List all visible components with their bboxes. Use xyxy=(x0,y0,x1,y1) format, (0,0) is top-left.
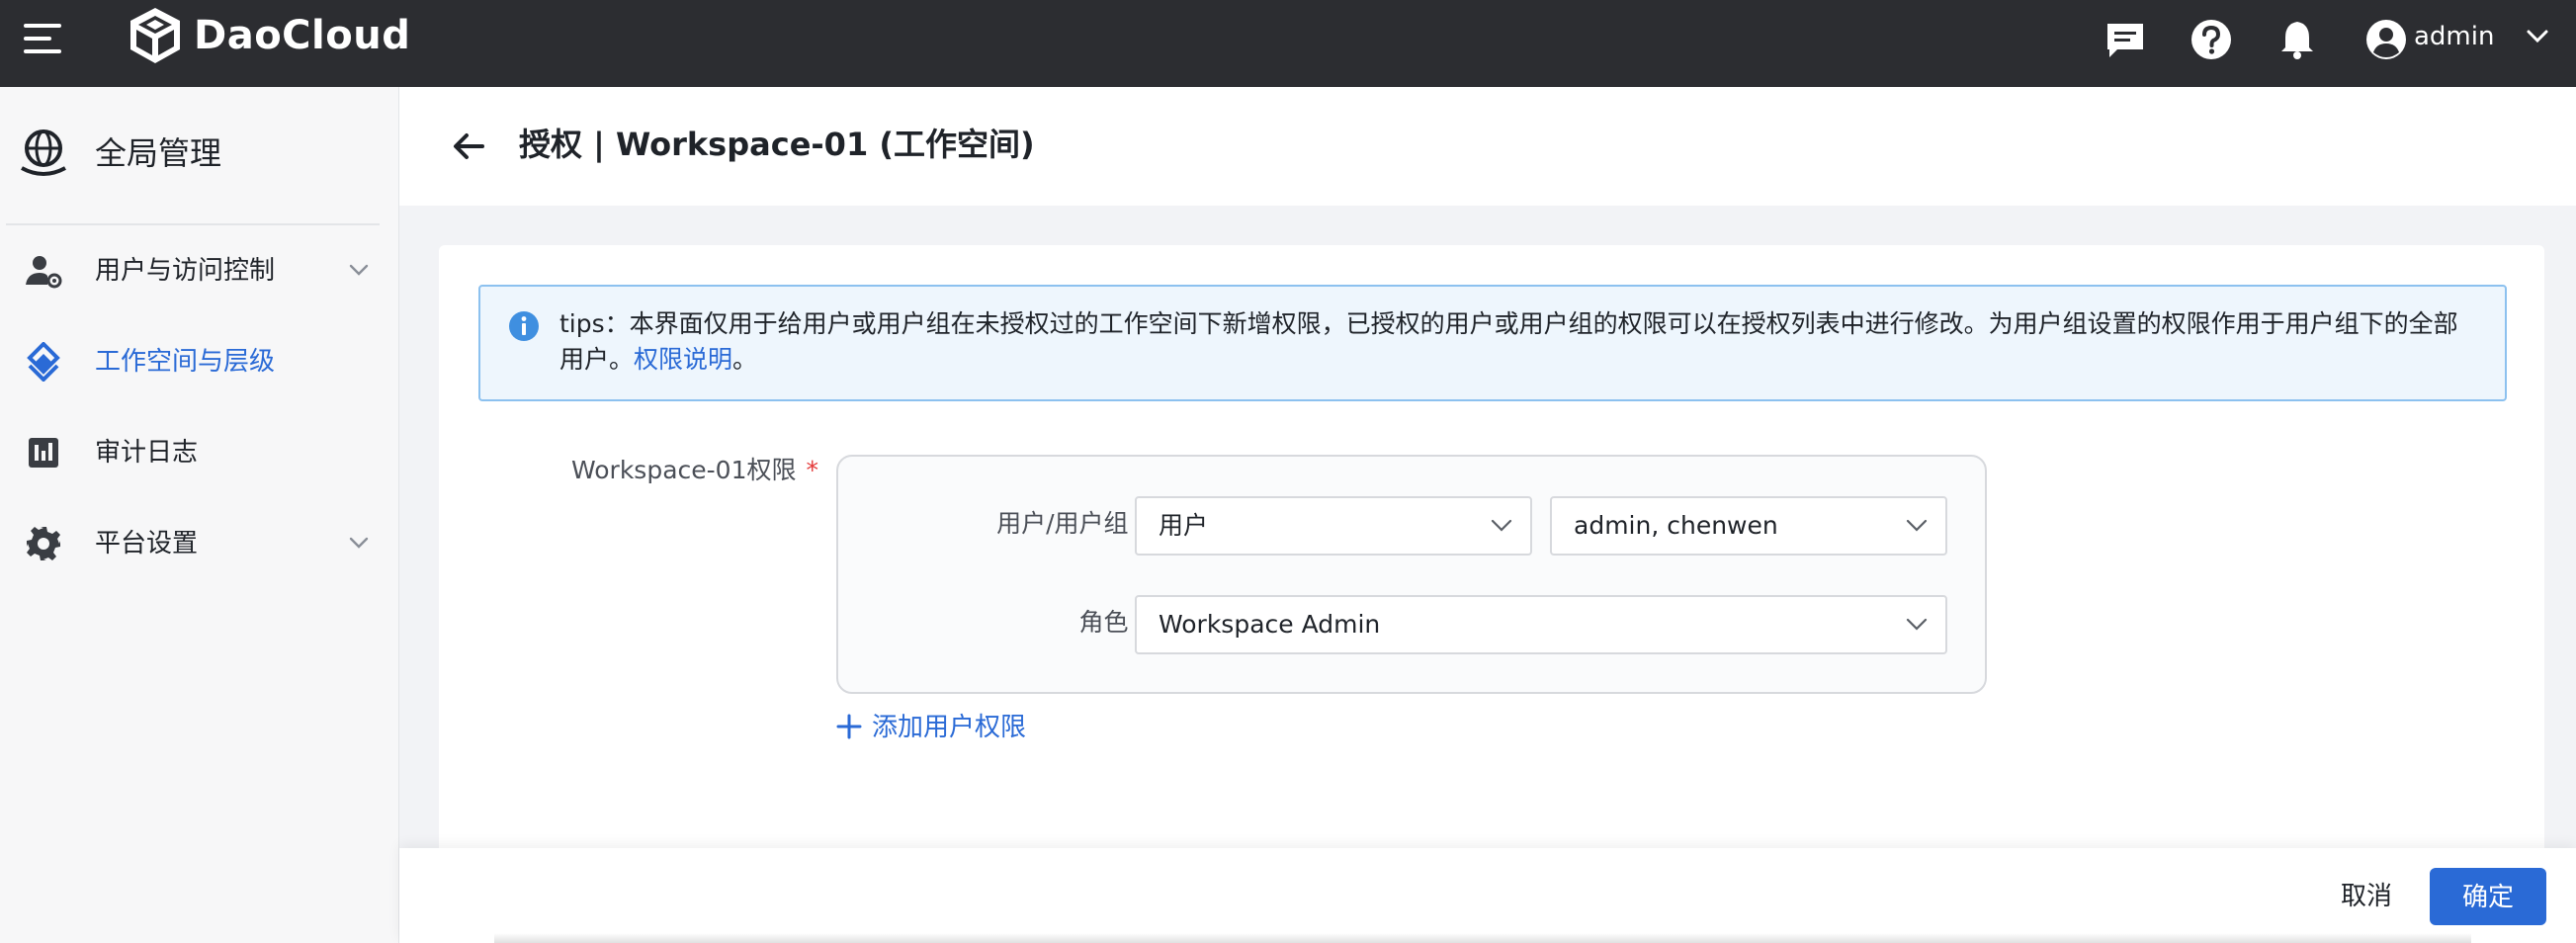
chevron-down-icon xyxy=(1906,618,1928,631)
back-arrow-icon[interactable] xyxy=(449,129,488,164)
info-icon xyxy=(509,311,539,341)
cancel-button[interactable]: 取消 xyxy=(2307,868,2426,923)
brand-name: DaoCloud xyxy=(194,13,411,58)
workspace-permission-label: Workspace-01权限 * xyxy=(571,453,818,488)
authorization-form-card: tips：本界面仅用于给用户或用户组在未授权过的工作空间下新增权限，已授权的用户… xyxy=(439,245,2544,878)
sidebar-item-label: 平台设置 xyxy=(95,529,199,558)
sidebar-item-label: 工作空间与层级 xyxy=(95,347,276,377)
chevron-down-icon[interactable] xyxy=(348,534,370,552)
user-gear-icon xyxy=(26,256,62,289)
sidebar-item-platform-settings[interactable]: 平台设置 xyxy=(0,504,399,583)
sidebar-item-workspace-hierarchy[interactable]: 工作空间与层级 xyxy=(0,322,399,401)
role-select[interactable]: Workspace Admin xyxy=(1135,595,1947,654)
users-select[interactable]: admin, chenwen xyxy=(1550,496,1947,556)
sidebar-title: 全局管理 xyxy=(95,134,222,172)
tips-text: tips：本界面仅用于给用户或用户组在未授权过的工作空间下新增权限，已授权的用户… xyxy=(559,306,2477,378)
role-label: 角色* xyxy=(953,605,1151,641)
user-avatar-icon[interactable] xyxy=(2362,16,2410,63)
workspace-diamond-icon xyxy=(27,342,60,382)
top-navigation-bar: DaoCloud admin xyxy=(0,0,2576,87)
menu-icon[interactable] xyxy=(24,24,61,55)
role-value: Workspace Admin xyxy=(1159,610,1381,639)
permission-entry-box: 用户/用户组* 用户 admin, chenwen 角色* Workspace … xyxy=(836,455,1987,694)
sidebar-item-audit-log[interactable]: 审计日志 xyxy=(0,413,399,492)
audit-chart-icon xyxy=(29,438,58,468)
add-user-permission-label: 添加用户权限 xyxy=(872,713,1027,742)
role-label-text: 角色 xyxy=(1078,608,1129,637)
user-name[interactable]: admin xyxy=(2414,0,2494,73)
confirm-button[interactable]: 确定 xyxy=(2430,868,2546,925)
permission-docs-link[interactable]: 权限说明 xyxy=(634,345,732,374)
sidebar: 全局管理 用户与访问控制 工作空间与层级 审计日志 平台设置 xyxy=(0,87,399,943)
help-icon[interactable] xyxy=(2188,16,2235,63)
sidebar-item-label: 审计日志 xyxy=(95,438,199,468)
message-icon[interactable] xyxy=(2102,16,2149,63)
sidebar-divider xyxy=(6,223,380,225)
page-title: 授权 | Workspace-01 (工作空间) xyxy=(519,126,1035,163)
gear-icon xyxy=(27,527,60,560)
page-header: 授权 | Workspace-01 (工作空间) xyxy=(399,87,2576,206)
user-type-select[interactable]: 用户 xyxy=(1135,496,1532,556)
tips-banner: tips：本界面仅用于给用户或用户组在未授权过的工作空间下新增权限，已授权的用户… xyxy=(478,285,2507,401)
tips-body: tips：本界面仅用于给用户或用户组在未授权过的工作空间下新增权限，已授权的用户… xyxy=(559,309,2458,374)
sidebar-item-user-access-control[interactable]: 用户与访问控制 xyxy=(0,231,399,310)
bell-icon[interactable] xyxy=(2274,16,2321,63)
chevron-down-icon[interactable] xyxy=(2525,27,2550,46)
user-group-label-text: 用户/用户组 xyxy=(996,509,1129,538)
sidebar-item-label: 用户与访问控制 xyxy=(95,256,276,286)
user-type-value: 用户 xyxy=(1159,511,1209,540)
plus-icon xyxy=(836,714,862,739)
globe-icon xyxy=(21,129,66,176)
chevron-down-icon xyxy=(1906,519,1928,532)
user-group-label: 用户/用户组* xyxy=(953,506,1151,542)
footer-shadow xyxy=(494,933,2471,943)
chevron-down-icon[interactable] xyxy=(348,261,370,279)
form-footer: 取消 确定 xyxy=(399,848,2576,943)
tips-end: 。 xyxy=(732,345,758,374)
chevron-down-icon xyxy=(1491,519,1512,532)
users-value: admin, chenwen xyxy=(1574,511,1778,540)
logo-icon xyxy=(130,8,180,63)
workspace-permission-label-text: Workspace-01权限 xyxy=(571,456,797,484)
required-mark: * xyxy=(806,456,818,484)
